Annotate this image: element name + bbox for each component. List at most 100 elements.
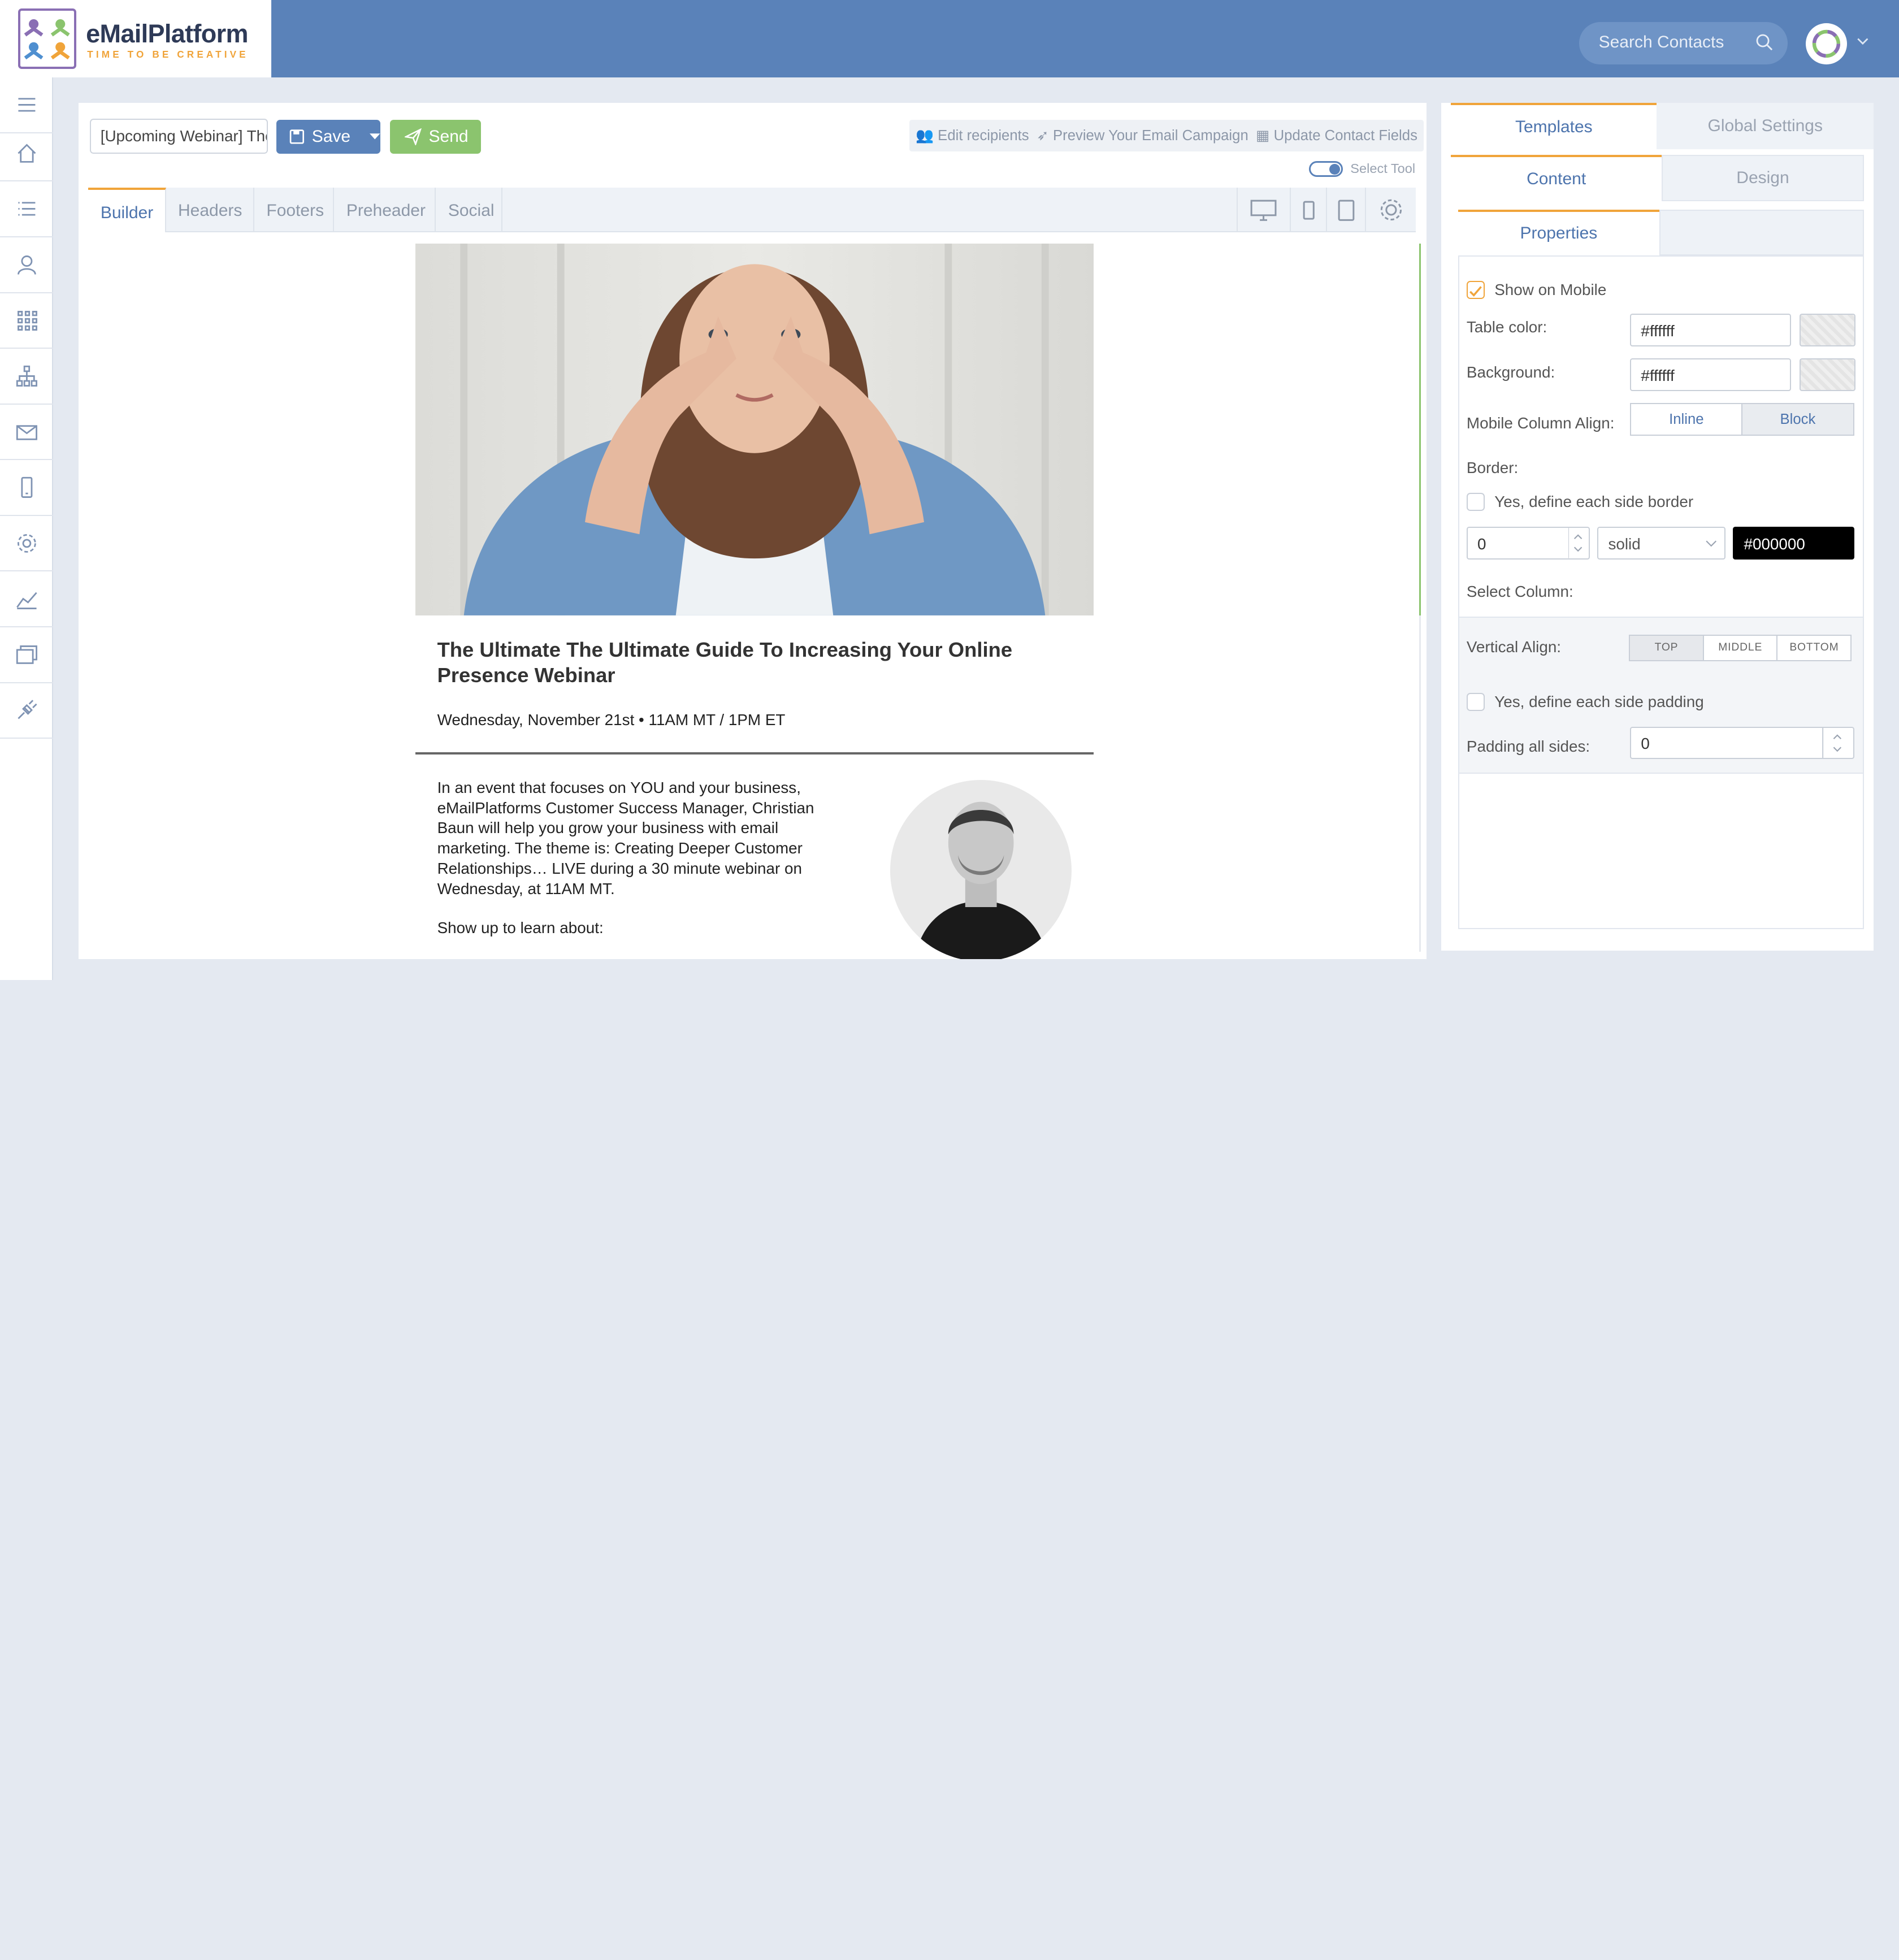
plug-icon (18, 700, 37, 719)
canvas-scroll-thumb[interactable] (1419, 243, 1421, 615)
left-nav (0, 77, 54, 980)
nav-campaigns[interactable] (0, 405, 54, 461)
border-style-select[interactable]: solid (1597, 527, 1726, 560)
show-on-mobile-checkbox[interactable] (1466, 280, 1485, 300)
valign-top-button[interactable]: TOP (1629, 634, 1704, 661)
logo[interactable]: eMailPlatform TIME TO BE CREATIVE (0, 0, 271, 78)
nav-sms[interactable] (0, 460, 54, 516)
select-tool-toggle[interactable]: Select Tool (1309, 161, 1415, 177)
tab-global-settings[interactable]: Global Settings (1657, 103, 1874, 149)
select-column-label: Select Column: (1466, 582, 1573, 600)
caret-down-icon[interactable] (370, 133, 380, 141)
nav-settings[interactable] (0, 516, 54, 572)
padding-each-side-checkbox[interactable] (1466, 692, 1485, 711)
email-canvas[interactable]: The Ultimate The Ultimate Guide To Incre… (415, 243, 1094, 960)
search-contacts-input[interactable]: Search Contacts (1579, 21, 1788, 64)
tab-social[interactable]: Social (436, 188, 503, 233)
chevron-down-icon[interactable] (1855, 34, 1870, 49)
background-color-input[interactable]: #ffffff (1630, 358, 1792, 391)
email-body-text[interactable]: In an event that focuses on YOU and your… (437, 778, 837, 899)
chevron-down-icon (1706, 540, 1717, 547)
border-style-value: solid (1608, 535, 1641, 553)
email-editor: [Upcoming Webinar] The Ultimate Guide Sa… (79, 103, 1427, 960)
nav-contacts[interactable] (0, 237, 54, 293)
email-title[interactable]: The Ultimate The Ultimate Guide To Incre… (437, 637, 1067, 688)
settings-icon (17, 534, 36, 553)
save-button[interactable]: Save (276, 120, 380, 154)
border-each-side-checkbox[interactable] (1466, 493, 1485, 511)
tab-design[interactable]: Design (1662, 155, 1864, 201)
email-divider[interactable] (415, 752, 1094, 754)
list-icon (18, 202, 36, 216)
contacts-icon (17, 255, 36, 275)
tab-properties[interactable]: Properties (1458, 209, 1659, 256)
nav-automation[interactable] (0, 349, 54, 405)
tablet-view-button[interactable] (1326, 188, 1365, 233)
tab-builder[interactable]: Builder (88, 188, 166, 233)
valign-middle-button[interactable]: MIDDLE (1702, 634, 1778, 661)
padding-all-label: Padding all sides: (1466, 737, 1590, 755)
hero-image[interactable] (415, 243, 1094, 615)
align-inline-button[interactable]: Inline (1630, 403, 1743, 436)
tab-preheader[interactable]: Preheader (334, 188, 436, 233)
mobile-column-align-label: Mobile Column Align: (1466, 414, 1615, 432)
users-icon: 👥 (916, 127, 934, 144)
border-each-side-label: Yes, define each side border (1494, 493, 1694, 510)
background-label: Background: (1466, 363, 1555, 381)
nav-analytics[interactable] (0, 571, 54, 627)
send-button[interactable]: Send (390, 120, 481, 154)
table-color-swatch[interactable] (1800, 313, 1855, 346)
checkmark-icon (1469, 286, 1482, 297)
mobile-icon (21, 477, 33, 498)
border-label: Border: (1466, 459, 1519, 476)
nav-templates[interactable] (0, 627, 54, 683)
tab-content[interactable]: Content (1451, 155, 1662, 201)
user-avatar[interactable] (1806, 23, 1847, 64)
man-photo-illustration (914, 801, 1047, 960)
sitemap-icon (16, 365, 37, 387)
save-label: Save (311, 127, 351, 146)
nav-home[interactable] (0, 126, 54, 182)
edit-recipients-button[interactable]: 👥 Edit recipients (909, 120, 1035, 151)
nav-integrations[interactable] (0, 683, 54, 739)
tab-footers[interactable]: Footers (254, 188, 335, 233)
valign-bottom-button[interactable]: BOTTOM (1776, 634, 1852, 661)
nav-apps[interactable] (0, 293, 54, 349)
border-color-input[interactable]: #000000 (1733, 527, 1854, 560)
desktop-icon (1251, 200, 1277, 221)
menu-icon (18, 98, 36, 112)
speaker-portrait[interactable] (890, 780, 1072, 960)
table-icon: ▦ (1256, 127, 1270, 144)
desktop-view-button[interactable] (1236, 188, 1290, 233)
floppy-icon (289, 129, 305, 144)
properties-panel: Templates Global Settings Content Design… (1441, 103, 1874, 951)
color-wheel-icon (1380, 200, 1402, 221)
show-on-mobile-label: Show on Mobile (1494, 280, 1607, 298)
select-tool-label: Select Tool (1350, 161, 1416, 176)
preview-button[interactable]: ➶ Preview Your Email Campaign (1030, 120, 1255, 151)
section-divider-bottom (1459, 773, 1863, 774)
avatar-icon (1812, 29, 1841, 58)
theme-button[interactable] (1365, 188, 1416, 233)
mobile-view-button[interactable] (1290, 188, 1326, 233)
editor-tab-bar: Builder Headers Footers Preheader Social (88, 188, 1416, 233)
tab-headers[interactable]: Headers (166, 188, 254, 233)
email-date[interactable]: Wednesday, November 21st • 11AM MT / 1PM… (437, 711, 786, 729)
table-color-input[interactable]: #ffffff (1630, 313, 1792, 346)
search-icon[interactable] (1755, 33, 1773, 51)
toggle-switch[interactable] (1309, 161, 1343, 177)
padding-all-input[interactable]: 0 (1630, 726, 1854, 760)
padding-each-side-label: Yes, define each side padding (1494, 692, 1704, 710)
nav-menu[interactable] (0, 77, 54, 133)
email-body-text-2[interactable]: Show up to learn about: (437, 919, 604, 937)
border-width-stepper-icon[interactable] (1568, 528, 1588, 558)
campaign-name-input[interactable]: [Upcoming Webinar] The Ultimate Guide (89, 118, 268, 154)
tab-templates[interactable]: Templates (1451, 103, 1657, 149)
nav-lists[interactable] (0, 181, 54, 237)
padding-stepper-icon[interactable] (1822, 727, 1853, 758)
update-contact-fields-button[interactable]: ▦ Update Contact Fields (1250, 120, 1424, 151)
background-color-swatch[interactable] (1800, 358, 1855, 391)
align-block-button[interactable]: Block (1741, 403, 1854, 436)
analytics-icon (16, 592, 37, 610)
mail-icon (16, 424, 37, 440)
